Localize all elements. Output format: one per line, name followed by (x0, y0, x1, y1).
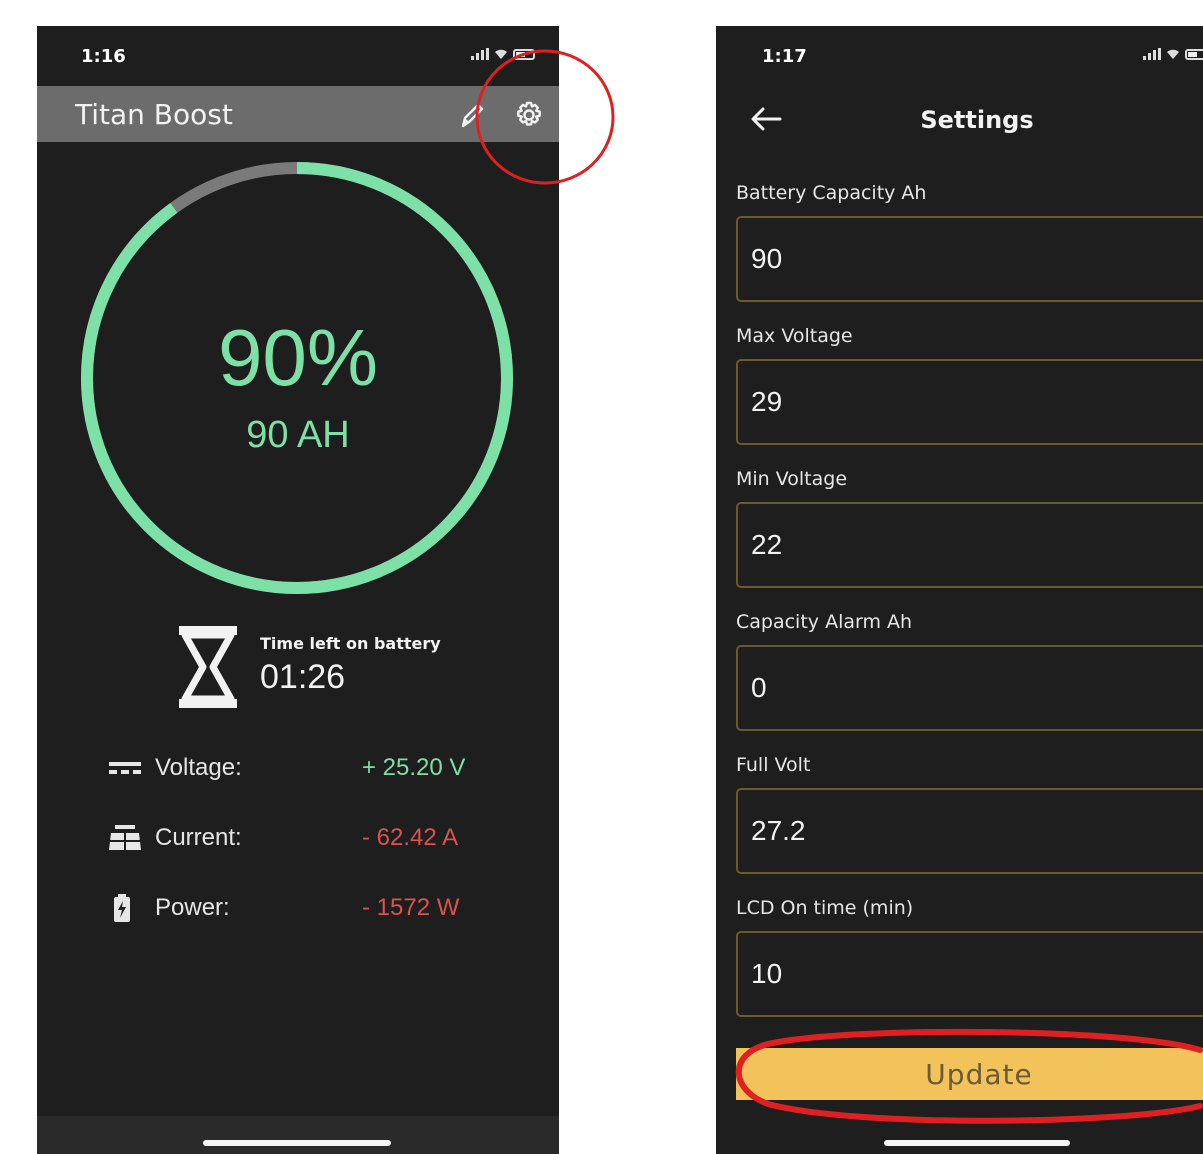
metric-label: Voltage: (155, 754, 242, 781)
battery-capacity-input[interactable] (736, 216, 1203, 302)
status-time: 1:16 (81, 46, 126, 67)
status-time: 1:17 (762, 46, 807, 67)
metric-label: Current: (155, 824, 242, 851)
battery-capacity-label: Battery Capacity Ah (736, 182, 927, 204)
full-volt-input[interactable] (736, 788, 1203, 874)
metric-label: Power: (155, 894, 230, 921)
home-indicator[interactable] (203, 1140, 391, 1146)
dc-voltage-icon (109, 762, 141, 774)
gear-icon[interactable] (514, 100, 544, 130)
metric-voltage: Voltage: + 25.20 V (107, 748, 507, 788)
wifi-icon (1167, 49, 1179, 59)
metric-value: + 25.20 V (362, 754, 466, 781)
lcd-on-time-label: LCD On time (min) (736, 897, 914, 919)
settings-title: Settings (920, 106, 1034, 134)
update-button[interactable]: Update (736, 1048, 1203, 1100)
metric-value: - 1572 W (362, 894, 460, 921)
wifi-icon (495, 49, 507, 59)
home-bar-area (716, 1116, 1203, 1154)
hourglass-icon (179, 626, 237, 708)
pencil-icon[interactable] (457, 100, 487, 130)
min-voltage-input[interactable] (736, 502, 1203, 588)
dashboard-screen: 1:16 Titan Boost 90% 90 AH Time left on … (37, 26, 559, 1154)
capacity-alarm-input[interactable] (736, 645, 1203, 731)
app-title: Titan Boost (75, 98, 233, 131)
charge-percent: 90% (217, 313, 379, 402)
battery-status-icon (1185, 49, 1203, 60)
battery-status-icon (513, 49, 535, 60)
status-icons (1143, 48, 1203, 60)
capacity-alarm-label: Capacity Alarm Ah (736, 611, 913, 633)
signal-icon (1143, 48, 1161, 60)
signal-icon (471, 48, 489, 60)
time-left-label: Time left on battery (260, 634, 441, 653)
min-voltage-label: Min Voltage (736, 468, 848, 490)
status-icons (471, 48, 535, 60)
battery-charge-icon (114, 894, 130, 922)
max-voltage-input[interactable] (736, 359, 1203, 445)
max-voltage-label: Max Voltage (736, 325, 853, 347)
home-indicator[interactable] (884, 1140, 1070, 1146)
settings-header: Settings (716, 86, 1203, 156)
home-bar-area (37, 1116, 559, 1154)
solar-panel-icon (109, 825, 141, 850)
lcd-on-time-input[interactable] (736, 931, 1203, 1017)
charge-ah: 90 AH (246, 414, 350, 456)
metric-current: Current: - 62.42 A (107, 818, 507, 858)
status-bar: 1:16 (37, 26, 559, 86)
full-volt-label: Full Volt (736, 754, 811, 776)
time-left-value: 01:26 (260, 658, 346, 696)
app-header: Titan Boost (37, 86, 559, 142)
settings-screen: 1:17 Settings Battery Capacity Ah Max Vo… (716, 26, 1203, 1154)
metric-value: - 62.42 A (362, 824, 459, 851)
status-bar: 1:17 (716, 26, 1203, 86)
metric-power: Power: - 1572 W (107, 888, 507, 928)
